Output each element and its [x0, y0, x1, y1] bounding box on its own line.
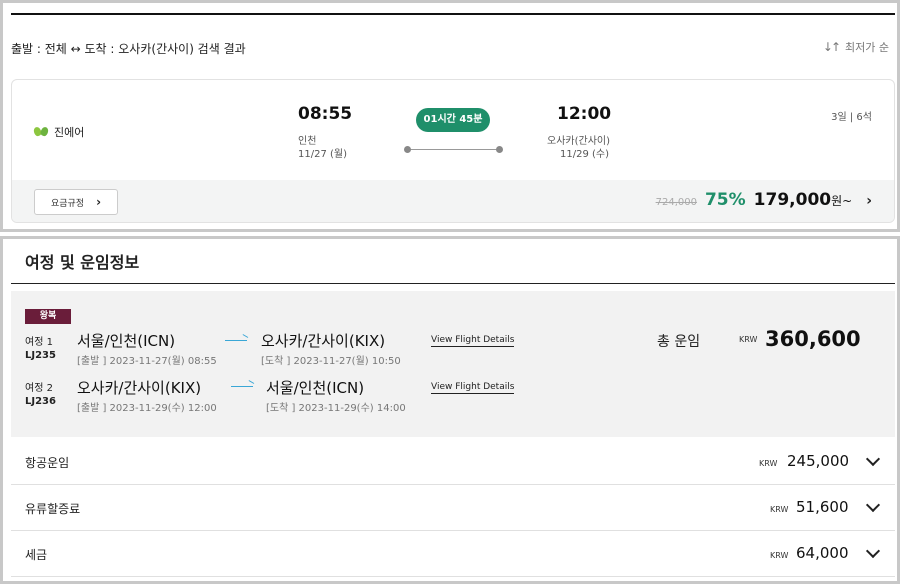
- chevron-right-icon: ›: [866, 193, 872, 209]
- fee-label: 유류할증료: [25, 502, 81, 516]
- route-end-dot: [496, 146, 503, 153]
- fee-amount: 245,000: [787, 452, 850, 470]
- fee-amount: 64,000: [796, 544, 849, 562]
- route-line: [408, 149, 500, 150]
- fee-row-fuel-surcharge[interactable]: 유류할증료 KRW 51,600: [11, 485, 895, 531]
- leg-1-origin: 서울/인천(ICN): [77, 332, 176, 350]
- total-fare-label: 총 운임: [657, 334, 701, 350]
- section-divider: [11, 283, 895, 284]
- flight-result-card[interactable]: 진에어 08:55 인천 11/27 (월) 01시간 45분 12:00 오사…: [11, 79, 895, 223]
- fee-row-airfare[interactable]: 항공운임 KRW 245,000: [11, 439, 895, 485]
- header-divider: [11, 13, 895, 15]
- leg-2-origin: 오사카/간사이(KIX): [77, 379, 202, 397]
- original-price: 724,000: [655, 197, 697, 208]
- discount-rate: 75%: [704, 190, 746, 210]
- departure-time: 08:55: [298, 104, 353, 124]
- fee-label: 세금: [25, 548, 48, 562]
- chevron-down-icon[interactable]: [865, 452, 881, 468]
- fare-rule-label: 요금규정: [50, 198, 85, 209]
- arrival-time: 12:00: [557, 104, 612, 124]
- fee-row-tax[interactable]: 세금 KRW 64,000: [11, 531, 895, 577]
- sort-button[interactable]: ↓↑ 최저가 순: [823, 39, 889, 55]
- trip-type-badge: 왕복: [25, 309, 71, 324]
- sort-label: 최저가 순: [845, 41, 889, 54]
- sort-arrows-icon: ↓↑: [822, 40, 841, 54]
- chevron-down-icon[interactable]: [865, 544, 881, 560]
- flight-search-results-panel: 출발 : 전체 ↔ 도착 : 오사카(간사이) 검색 결과 ↓↑ 최저가 순 진…: [0, 0, 900, 232]
- fare-info-panel: 여정 및 운임정보 왕복 여정 1 LJ235 서울/인천(ICN) [출발 ]…: [0, 236, 900, 584]
- chevron-right-icon: ›: [96, 195, 102, 209]
- leg-2-departure-time: [출발 ] 2023-11-29(수) 12:00: [77, 403, 217, 414]
- leg-2-label: 여정 2: [25, 383, 53, 394]
- duration-badge: 01시간 45분: [416, 108, 490, 132]
- leg-1-view-details-link[interactable]: View Flight Details: [431, 334, 515, 347]
- arrow-right-icon: [225, 340, 247, 341]
- leg-1-departure-time: [출발 ] 2023-11-27(월) 08:55: [77, 356, 217, 367]
- leg-2-view-details-link[interactable]: View Flight Details: [431, 381, 515, 394]
- leg-1-destination: 오사카/간사이(KIX): [261, 332, 386, 350]
- fee-label: 항공운임: [25, 456, 70, 470]
- fee-currency: KRW: [759, 459, 778, 468]
- arrow-right-icon: [231, 386, 253, 387]
- leg-1-flight-number: LJ235: [25, 350, 56, 361]
- leg-1-arrival-time: [도착 ] 2023-11-27(월) 10:50: [261, 356, 401, 367]
- total-fare-amount: 360,600: [765, 327, 861, 351]
- chevron-down-icon[interactable]: [865, 498, 881, 514]
- card-footer: 요금규정 › 724,000 75% 179,000 원~ ›: [12, 180, 894, 222]
- fee-currency: KRW: [770, 551, 789, 560]
- leg-1-label: 여정 1: [25, 337, 53, 348]
- price-summary[interactable]: 724,000 75% 179,000 원~ ›: [656, 190, 872, 210]
- stay-seat-info: 3일 | 6석: [831, 112, 872, 123]
- search-summary-title: 출발 : 전체 ↔ 도착 : 오사카(간사이) 검색 결과: [11, 42, 246, 56]
- airline-name: 진에어: [54, 126, 85, 139]
- leg-2-arrival-time: [도착 ] 2023-11-29(수) 14:00: [266, 403, 406, 414]
- route-start-dot: [404, 146, 411, 153]
- leg-2-flight-number: LJ236: [25, 396, 56, 407]
- airline-info: 진에어: [32, 124, 85, 140]
- arrival-date: 11/29 (수): [560, 149, 609, 160]
- fee-amount: 51,600: [796, 498, 849, 516]
- fee-currency: KRW: [770, 505, 789, 514]
- departure-date: 11/27 (월): [298, 149, 347, 160]
- sale-price: 179,000: [753, 190, 832, 210]
- total-fare-currency: KRW: [739, 335, 758, 344]
- section-title: 여정 및 운임정보: [25, 253, 140, 272]
- price-suffix: 원~: [831, 194, 853, 208]
- itinerary-box: 왕복 여정 1 LJ235 서울/인천(ICN) [출발 ] 2023-11-2…: [11, 291, 895, 437]
- fare-rule-button[interactable]: 요금규정 ›: [34, 189, 118, 215]
- butterfly-logo-icon: [32, 126, 50, 138]
- leg-2-destination: 서울/인천(ICN): [266, 379, 365, 397]
